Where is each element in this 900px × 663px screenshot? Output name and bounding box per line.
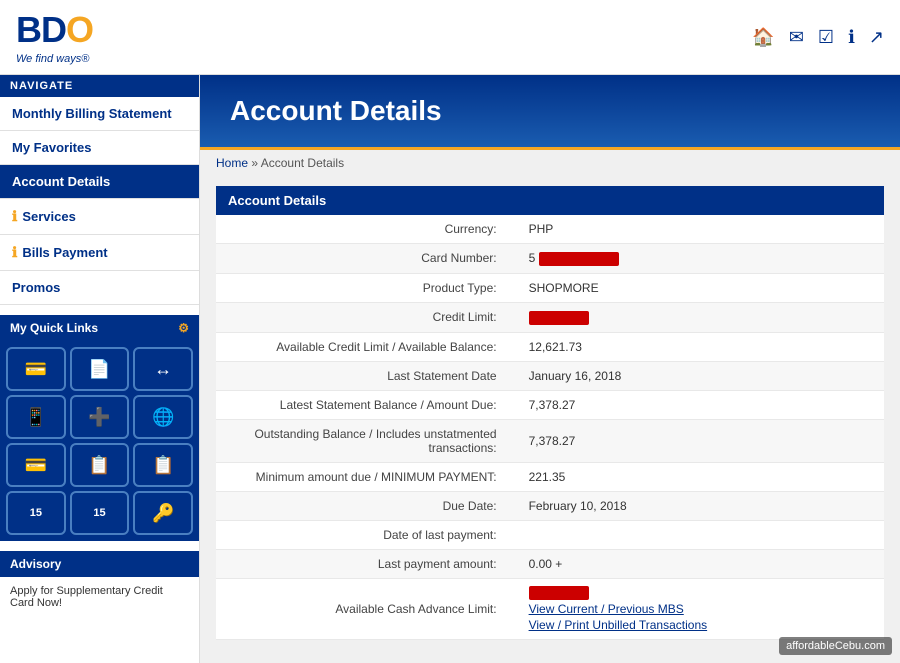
- label-outstanding-balance: Outstanding Balance / Includes unstatmen…: [216, 419, 517, 462]
- label-last-statement-date: Last Statement Date: [216, 361, 517, 390]
- breadcrumb: Home » Account Details: [200, 150, 900, 176]
- logo-bd: BD: [16, 9, 66, 50]
- home-icon[interactable]: 🏠: [752, 27, 774, 48]
- watermark: affordableCebu.com: [779, 637, 892, 655]
- label-card-number: Card Number:: [216, 244, 517, 274]
- row-minimum-amount: Minimum amount due / MINIMUM PAYMENT: 22…: [216, 462, 884, 491]
- page-title-bar: Account Details: [200, 75, 900, 150]
- value-available-credit: 12,621.73: [517, 332, 884, 361]
- advisory-content: Apply for Supplementary Credit Card Now!: [0, 577, 199, 617]
- row-last-statement-date: Last Statement Date January 16, 2018: [216, 361, 884, 390]
- label-currency: Currency:: [216, 215, 517, 244]
- share-icon[interactable]: ↗: [869, 27, 884, 48]
- value-outstanding-balance: 7,378.27: [517, 419, 884, 462]
- row-currency: Currency: PHP: [216, 215, 884, 244]
- ql-btn-11[interactable]: 15: [70, 491, 130, 535]
- tagline: We find ways®: [16, 53, 93, 65]
- ql-btn-4[interactable]: 📱: [6, 395, 66, 439]
- nav-item-services[interactable]: ℹ Services: [0, 199, 199, 235]
- logo-area: BDO We find ways®: [16, 9, 93, 65]
- sidebar: NAVIGATE Monthly Billing Statement My Fa…: [0, 75, 200, 663]
- card-number-redacted: [539, 252, 619, 266]
- quick-links-grid: 💳 📄 ↔ 📱 ➕ 🌐 💳 📋 📋 15 15 🔑: [0, 341, 199, 541]
- content-area: Account Details Currency: PHP Card Numbe…: [200, 176, 900, 650]
- layout: NAVIGATE Monthly Billing Statement My Fa…: [0, 75, 900, 663]
- nav-item-monthly-billing[interactable]: Monthly Billing Statement: [0, 97, 199, 131]
- row-latest-statement-balance: Latest Statement Balance / Amount Due: 7…: [216, 390, 884, 419]
- bills-icon: ℹ: [12, 244, 17, 261]
- account-details-table: Currency: PHP Card Number: 5 Product Typ…: [216, 215, 884, 640]
- link-view-mbs[interactable]: View Current / Previous MBS: [529, 602, 872, 616]
- row-credit-limit: Credit Limit:: [216, 302, 884, 332]
- label-minimum-amount: Minimum amount due / MINIMUM PAYMENT:: [216, 462, 517, 491]
- info-icon[interactable]: ℹ: [848, 27, 855, 48]
- row-card-number: Card Number: 5: [216, 244, 884, 274]
- value-minimum-amount: 221.35: [517, 462, 884, 491]
- ql-btn-6[interactable]: 🌐: [133, 395, 193, 439]
- task-icon[interactable]: ☑: [818, 27, 834, 48]
- quick-links-header: My Quick Links ⚙: [0, 315, 199, 341]
- label-product-type: Product Type:: [216, 273, 517, 302]
- logo-o: O: [66, 9, 93, 50]
- label-cash-advance-limit: Available Cash Advance Limit:: [216, 578, 517, 640]
- value-credit-limit: [517, 302, 884, 332]
- value-latest-statement-balance: 7,378.27: [517, 390, 884, 419]
- quick-links-label: My Quick Links: [10, 321, 98, 335]
- main-content: Account Details Home » Account Details A…: [200, 75, 900, 663]
- ql-btn-8[interactable]: 📋: [70, 443, 130, 487]
- label-available-credit: Available Credit Limit / Available Balan…: [216, 332, 517, 361]
- advisory-header: Advisory: [0, 551, 199, 577]
- row-available-credit: Available Credit Limit / Available Balan…: [216, 332, 884, 361]
- section-header: Account Details: [216, 186, 884, 215]
- page-title: Account Details: [230, 95, 870, 127]
- bdo-logo: BDO: [16, 9, 93, 51]
- ql-btn-12[interactable]: 🔑: [133, 491, 193, 535]
- ql-btn-3[interactable]: ↔: [133, 347, 193, 391]
- nav-item-bills-payment[interactable]: ℹ Bills Payment: [0, 235, 199, 271]
- value-card-number: 5: [517, 244, 884, 274]
- label-last-payment-amount: Last payment amount:: [216, 549, 517, 578]
- breadcrumb-separator: »: [251, 156, 260, 170]
- row-product-type: Product Type: SHOPMORE: [216, 273, 884, 302]
- breadcrumb-home[interactable]: Home: [216, 156, 248, 170]
- value-last-payment-amount: 0.00 +: [517, 549, 884, 578]
- label-due-date: Due Date:: [216, 491, 517, 520]
- label-date-last-payment: Date of last payment:: [216, 520, 517, 549]
- nav-item-account-details[interactable]: Account Details: [0, 165, 199, 199]
- row-date-last-payment: Date of last payment:: [216, 520, 884, 549]
- nav-item-promos[interactable]: Promos: [0, 271, 199, 305]
- breadcrumb-current: Account Details: [261, 156, 344, 170]
- link-view-unbilled[interactable]: View / Print Unbilled Transactions: [529, 618, 872, 632]
- row-due-date: Due Date: February 10, 2018: [216, 491, 884, 520]
- services-icon: ℹ: [12, 208, 17, 225]
- cash-advance-redacted: [529, 586, 589, 600]
- ql-btn-1[interactable]: 💳: [6, 347, 66, 391]
- ql-btn-9[interactable]: 📋: [133, 443, 193, 487]
- value-date-last-payment: [517, 520, 884, 549]
- label-latest-statement-balance: Latest Statement Balance / Amount Due:: [216, 390, 517, 419]
- credit-limit-redacted: [529, 311, 589, 325]
- nav-label: NAVIGATE: [0, 75, 199, 97]
- gear-icon[interactable]: ⚙: [178, 321, 189, 335]
- value-product-type: SHOPMORE: [517, 273, 884, 302]
- row-last-payment-amount: Last payment amount: 0.00 +: [216, 549, 884, 578]
- mail-icon[interactable]: ✉: [789, 27, 804, 48]
- row-cash-advance-limit: Available Cash Advance Limit: View Curre…: [216, 578, 884, 640]
- ql-btn-10[interactable]: 15: [6, 491, 66, 535]
- top-icons: 🏠 ✉ ☑ ℹ ↗: [752, 27, 884, 48]
- value-cash-advance-limit: View Current / Previous MBS View / Print…: [517, 578, 884, 640]
- ql-btn-7[interactable]: 💳: [6, 443, 66, 487]
- nav-item-my-favorites[interactable]: My Favorites: [0, 131, 199, 165]
- ql-btn-2[interactable]: 📄: [70, 347, 130, 391]
- row-outstanding-balance: Outstanding Balance / Includes unstatmen…: [216, 419, 884, 462]
- value-last-statement-date: January 16, 2018: [517, 361, 884, 390]
- top-bar: BDO We find ways® 🏠 ✉ ☑ ℹ ↗: [0, 0, 900, 75]
- label-credit-limit: Credit Limit:: [216, 302, 517, 332]
- ql-btn-5[interactable]: ➕: [70, 395, 130, 439]
- value-due-date: February 10, 2018: [517, 491, 884, 520]
- value-currency: PHP: [517, 215, 884, 244]
